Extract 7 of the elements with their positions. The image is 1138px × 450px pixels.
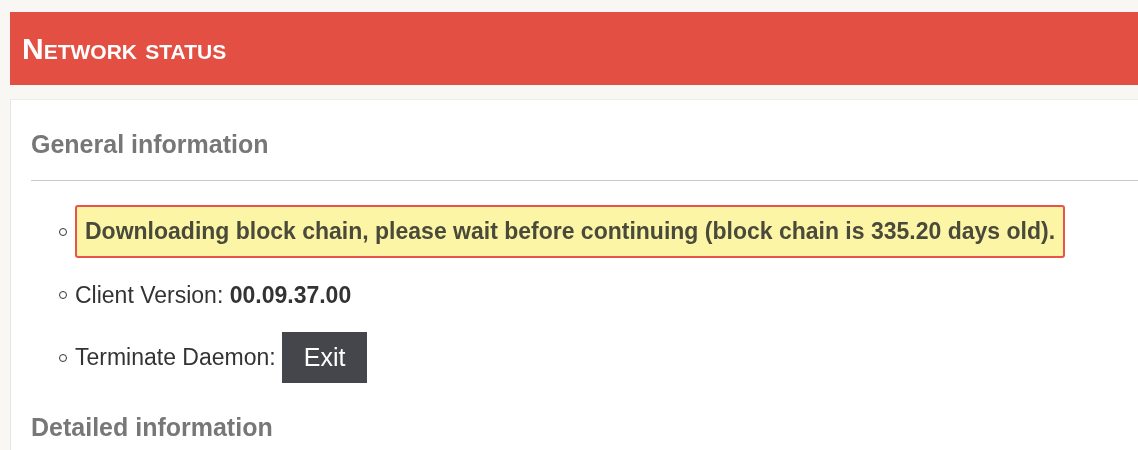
section-title: Detailed information — [31, 412, 274, 442]
client-version: Client Version: 00.09.37.00 — [75, 281, 352, 309]
exit-button[interactable]: Exit — [281, 332, 368, 383]
terminate-label: Terminate Daemon: — [75, 344, 276, 371]
warning-message: Downloading block chain, please wait before continuing (block chain is 335.20 days old). — [75, 205, 1066, 258]
section-title: General information — [31, 129, 270, 159]
page-title: Network status — [22, 31, 227, 66]
